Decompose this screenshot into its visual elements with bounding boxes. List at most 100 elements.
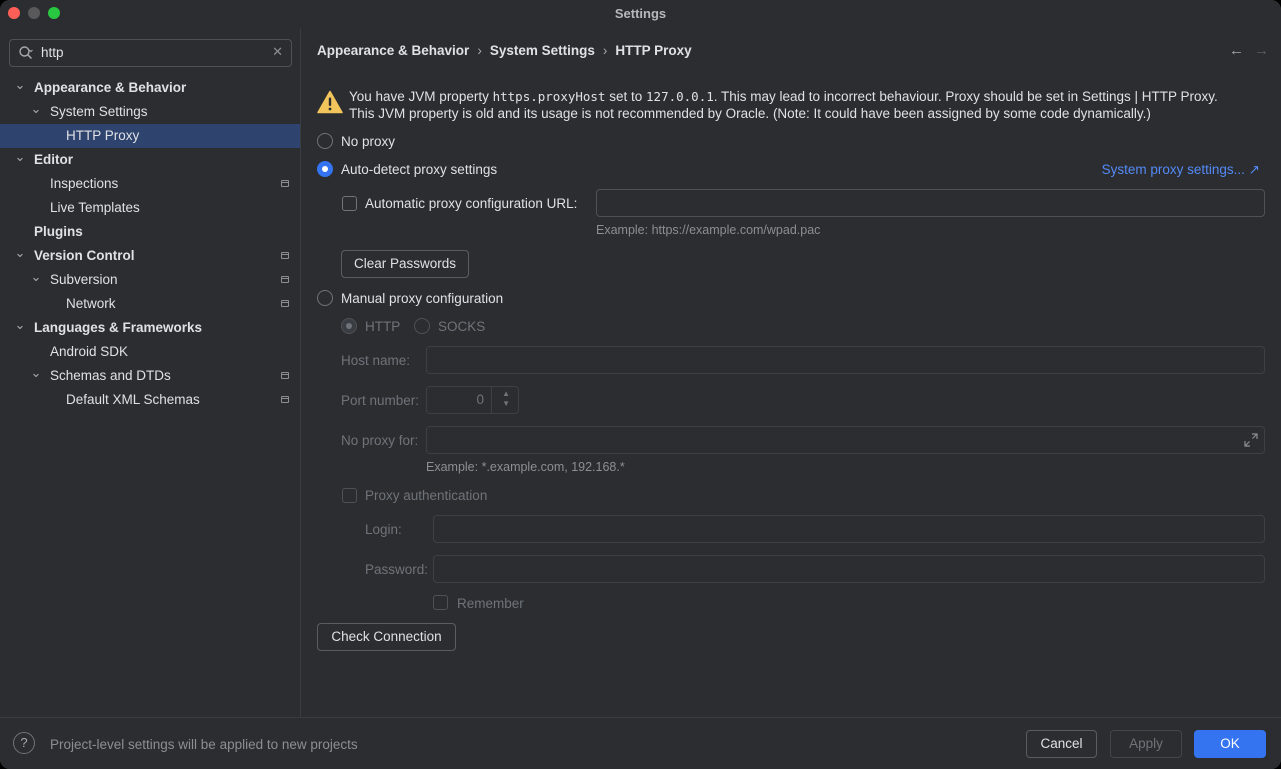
project-level-note: Project-level settings will be applied t… (50, 737, 358, 752)
sidebar-item-system-settings[interactable]: ⌄ System Settings (0, 100, 300, 124)
no-proxy-for-input[interactable] (426, 426, 1265, 454)
sidebar-item-label: Editor (34, 152, 73, 167)
project-level-icon (281, 252, 289, 259)
remember-label[interactable]: Remember (457, 596, 524, 611)
sidebar-item-editor[interactable]: ⌄ Editor (0, 148, 300, 172)
sidebar-item-schemas-and-dtds[interactable]: ⌄ Schemas and DTDs (0, 364, 300, 388)
sidebar-item-version-control[interactable]: ⌄ Version Control (0, 244, 300, 268)
apply-button[interactable]: Apply (1110, 730, 1182, 758)
sidebar-item-appearance-behavior[interactable]: ⌄ Appearance & Behavior (0, 76, 300, 100)
remember-checkbox[interactable] (433, 595, 448, 610)
search-icon (19, 46, 33, 60)
stepper-divider (491, 387, 492, 413)
stepper-arrows-icon[interactable]: ▲ ▼ (502, 389, 510, 409)
breadcrumb-item[interactable]: System Settings (490, 43, 595, 58)
help-button[interactable]: ? (13, 732, 35, 754)
sidebar-item-network[interactable]: Network (0, 292, 300, 316)
password-input[interactable] (433, 555, 1265, 583)
http-label[interactable]: HTTP (365, 319, 400, 334)
sidebar-item-label: Plugins (34, 224, 83, 239)
sidebar-item-label: Schemas and DTDs (50, 368, 171, 383)
sidebar-item-label: System Settings (50, 104, 148, 119)
host-name-input[interactable] (426, 346, 1265, 374)
sidebar-item-label: Appearance & Behavior (34, 80, 187, 95)
breadcrumb-separator: › (602, 43, 608, 58)
history-navigation: ← → (1219, 42, 1269, 59)
project-level-icon (281, 396, 289, 403)
warning-value: 127.0.0.1 (646, 89, 714, 104)
login-input[interactable] (433, 515, 1265, 543)
check-connection-button[interactable]: Check Connection (317, 623, 456, 651)
warning-message: You have JVM property https.proxyHost se… (349, 88, 1269, 122)
chevron-down-icon[interactable]: ⌄ (30, 268, 42, 286)
no-proxy-radio[interactable] (317, 133, 333, 149)
sidebar-item-label: Live Templates (50, 200, 140, 215)
breadcrumb-item[interactable]: Appearance & Behavior (317, 43, 469, 58)
auto-config-url-hint: Example: https://example.com/wpad.pac (596, 223, 821, 237)
sidebar-item-inspections[interactable]: Inspections (0, 172, 300, 196)
login-label: Login: (365, 522, 402, 537)
auto-config-url-input[interactable] (596, 189, 1265, 217)
auto-config-url-checkbox[interactable] (342, 196, 357, 211)
title-bar: Settings (0, 0, 1281, 28)
socks-radio[interactable] (414, 318, 430, 334)
chevron-down-icon[interactable]: ⌄ (14, 76, 26, 94)
project-level-icon (281, 180, 289, 187)
port-number-label: Port number: (341, 393, 420, 408)
chevron-down-icon[interactable]: ⌄ (14, 148, 26, 166)
http-proxy-panel: Appearance & Behavior › System Settings › HT… (301, 28, 1281, 717)
auto-config-url-label[interactable]: Automatic proxy configuration URL: (365, 196, 577, 211)
project-level-icon (281, 372, 289, 379)
no-proxy-label[interactable]: No proxy (341, 134, 395, 149)
system-proxy-settings-link[interactable]: System proxy settings... ↗ (1102, 162, 1260, 178)
settings-window: Settings http ✕ ⌄ Appearance & Behavior ⌄ S… (0, 0, 1281, 769)
sidebar-item-plugins[interactable]: Plugins (0, 220, 300, 244)
sidebar-item-subversion[interactable]: ⌄ Subversion (0, 268, 300, 292)
http-radio[interactable] (341, 318, 357, 334)
sidebar-item-label: Default XML Schemas (66, 392, 200, 407)
chevron-down-icon[interactable]: ⌄ (14, 244, 26, 262)
proxy-auth-checkbox[interactable] (342, 488, 357, 503)
socks-label[interactable]: SOCKS (438, 319, 485, 334)
sidebar-item-live-templates[interactable]: Live Templates (0, 196, 300, 220)
warning-text: You have JVM property (349, 89, 493, 104)
dialog-footer: ? Project-level settings will be applied… (0, 717, 1281, 769)
ok-button[interactable]: OK (1194, 730, 1266, 758)
sidebar-item-http-proxy[interactable]: HTTP Proxy (0, 124, 300, 148)
chevron-down-icon[interactable]: ⌄ (30, 100, 42, 118)
project-level-icon (281, 300, 289, 307)
port-number-value: 0 (476, 392, 484, 407)
sidebar-item-languages-frameworks[interactable]: ⌄ Languages & Frameworks (0, 316, 300, 340)
chevron-down-icon[interactable]: ⌄ (14, 316, 26, 334)
search-value: http (41, 45, 64, 60)
warning-property: https.proxyHost (492, 89, 606, 104)
auto-detect-radio[interactable] (317, 161, 333, 177)
port-number-stepper[interactable]: 0 ▲ ▼ (426, 386, 519, 414)
clear-search-icon[interactable]: ✕ (272, 44, 283, 60)
project-level-icon (281, 276, 289, 283)
manual-proxy-label[interactable]: Manual proxy configuration (341, 291, 503, 306)
settings-sidebar: http ✕ ⌄ Appearance & Behavior ⌄ System Set… (0, 28, 301, 717)
back-arrow-icon[interactable]: ← (1229, 42, 1244, 59)
password-label: Password: (365, 562, 429, 577)
sidebar-item-android-sdk[interactable]: Android SDK (0, 340, 300, 364)
breadcrumb-item-current: HTTP Proxy (615, 43, 692, 58)
expand-icon[interactable] (1244, 433, 1258, 447)
warning-icon (317, 90, 343, 114)
search-input[interactable]: http ✕ (9, 39, 292, 67)
sidebar-item-default-xml-schemas[interactable]: Default XML Schemas (0, 388, 300, 412)
auto-detect-label[interactable]: Auto-detect proxy settings (341, 162, 497, 177)
chevron-down-icon[interactable]: ⌄ (30, 364, 42, 382)
forward-arrow-icon[interactable]: → (1254, 42, 1269, 59)
manual-proxy-radio[interactable] (317, 290, 333, 306)
clear-passwords-button[interactable]: Clear Passwords (341, 250, 469, 278)
cancel-button[interactable]: Cancel (1026, 730, 1097, 758)
warning-text-line2: This JVM property is old and its usage i… (349, 106, 1151, 121)
warning-text: . This may lead to incorrect behaviour. … (713, 89, 1218, 104)
proxy-auth-label[interactable]: Proxy authentication (365, 488, 487, 503)
no-proxy-for-label: No proxy for: (341, 433, 419, 448)
sidebar-item-label: Inspections (50, 176, 119, 191)
sidebar-item-label: Languages & Frameworks (34, 320, 203, 335)
sidebar-item-label: Android SDK (50, 344, 129, 359)
sidebar-item-label: Network (66, 296, 116, 311)
